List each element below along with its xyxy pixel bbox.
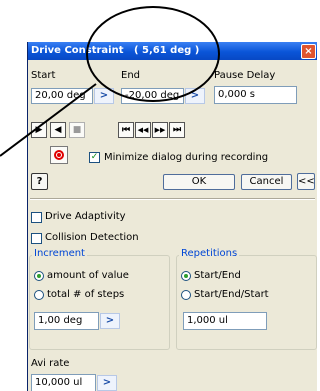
minimize-label: Minimize dialog during recording xyxy=(104,152,269,163)
divider xyxy=(30,198,315,200)
total-steps-label: total # of steps xyxy=(47,289,125,300)
repetitions-value-field[interactable]: 1,000 ul xyxy=(183,312,267,330)
collision-detection-label: Collision Detection xyxy=(45,232,139,243)
start-end-start-radio[interactable] xyxy=(181,290,191,300)
go-to-start-button[interactable]: ⏮ xyxy=(118,122,134,138)
end-field[interactable]: -20,00 deg xyxy=(121,88,184,104)
drive-constraint-dialog: Drive Constraint ( 5,61 deg ) × Start 20… xyxy=(27,42,317,391)
close-icon[interactable]: × xyxy=(301,44,316,59)
start-end-start-label: Start/End/Start xyxy=(194,289,269,300)
dialog-title: Drive Constraint ( 5,61 deg ) xyxy=(31,45,200,56)
pause-delay-field[interactable]: 0,000 s xyxy=(214,86,297,104)
start-spin-button[interactable]: > xyxy=(94,88,114,104)
start-end-radio[interactable] xyxy=(181,271,191,281)
collapse-button[interactable]: << xyxy=(297,173,315,190)
start-end-label: Start/End xyxy=(194,270,241,281)
increment-value-field[interactable]: 1,00 deg xyxy=(34,312,99,330)
avi-rate-label: Avi rate xyxy=(31,358,70,369)
play-forward-button[interactable]: ▶ xyxy=(31,122,47,138)
record-button[interactable] xyxy=(50,146,68,164)
avi-rate-spin-button[interactable]: > xyxy=(97,375,117,391)
help-icon: ? xyxy=(36,176,43,187)
drive-adaptivity-checkbox[interactable] xyxy=(31,212,42,223)
avi-rate-field[interactable]: 10,000 ul xyxy=(31,374,96,391)
pause-delay-label: Pause Delay xyxy=(214,70,276,81)
step-forward-button[interactable]: ▶▶ xyxy=(152,122,168,138)
total-steps-radio[interactable] xyxy=(34,290,44,300)
start-field[interactable]: 20,00 deg xyxy=(31,88,93,104)
amount-of-value-label: amount of value xyxy=(47,270,129,281)
collision-detection-checkbox[interactable] xyxy=(31,233,42,244)
record-icon xyxy=(54,150,64,160)
increment-group-title: Increment xyxy=(32,248,87,259)
end-label: End xyxy=(121,70,141,81)
step-back-button[interactable]: ◀◀ xyxy=(135,122,151,138)
cancel-button[interactable]: Cancel xyxy=(241,174,292,190)
end-spin-button[interactable]: > xyxy=(185,88,205,104)
ok-button[interactable]: OK xyxy=(163,174,235,190)
play-reverse-button[interactable]: ◀ xyxy=(50,122,66,138)
minimize-checkbox[interactable]: ✓ xyxy=(89,152,100,163)
stop-button[interactable]: ■ xyxy=(69,122,85,138)
start-label: Start xyxy=(31,70,56,81)
go-to-end-button[interactable]: ⏭ xyxy=(169,122,185,138)
increment-spin-button[interactable]: > xyxy=(100,313,120,329)
drive-adaptivity-label: Drive Adaptivity xyxy=(45,211,126,222)
amount-of-value-radio[interactable] xyxy=(34,271,44,281)
help-button[interactable]: ? xyxy=(31,173,48,190)
repetitions-group-title: Repetitions xyxy=(179,248,240,259)
title-bar[interactable]: Drive Constraint ( 5,61 deg ) × xyxy=(28,42,317,60)
